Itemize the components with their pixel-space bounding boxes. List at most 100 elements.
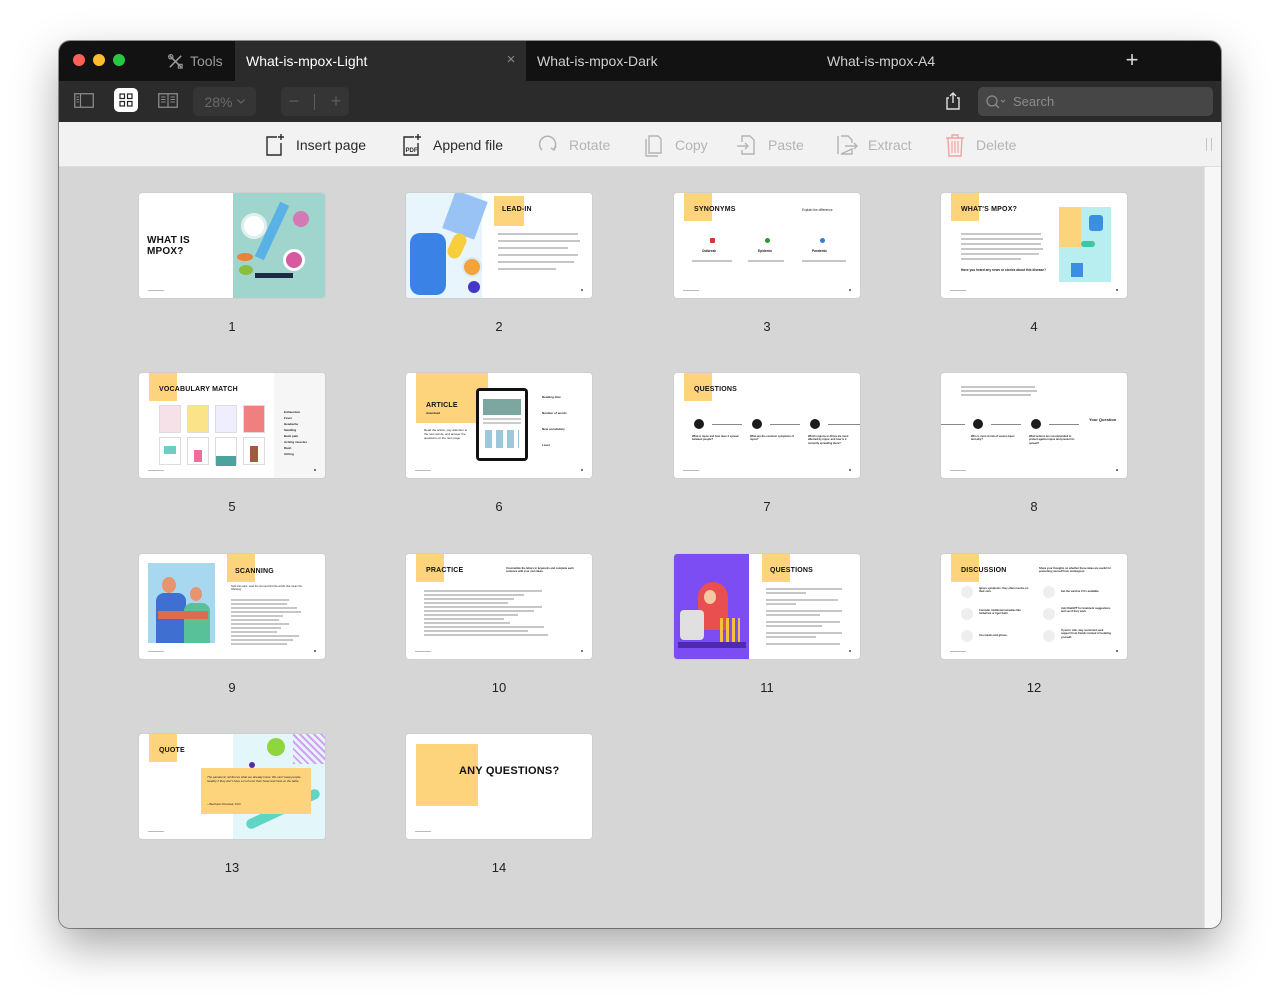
extract-button[interactable]: Extract <box>836 122 912 167</box>
page-thumbnail[interactable]: QUESTIONS 11 <box>674 554 860 695</box>
slide-title: SYNONYMS <box>694 206 736 213</box>
zoom-in-button[interactable]: + <box>331 91 342 112</box>
share-icon <box>946 92 960 110</box>
tab-what-is-mpox-a4[interactable]: What-is-mpox-A4 <box>827 41 935 81</box>
page-thumbnail[interactable]: DISCUSSION Share your thoughts on whethe… <box>941 554 1127 695</box>
slide-title: DISCUSSION <box>961 567 1007 574</box>
tab-what-is-mpox-light[interactable]: What-is-mpox-Light × <box>235 41 526 81</box>
tools-icon <box>168 53 183 69</box>
term-outbreak: Outbreak <box>702 249 716 253</box>
copy-label: Copy <box>675 136 708 153</box>
close-window-button[interactable] <box>73 54 85 66</box>
tab-what-is-mpox-dark[interactable]: What-is-mpox-Dark <box>537 41 658 81</box>
delete-button[interactable]: Delete <box>944 122 1016 167</box>
quote-text: The pandemic reinforces what we already … <box>207 775 301 784</box>
two-page-view-icon <box>158 92 178 108</box>
insert-page-label: Insert page <box>296 136 367 153</box>
idea-4: Ask ChatGPT for treatment suggestions an… <box>1061 607 1111 614</box>
paste-label: Paste <box>768 136 804 153</box>
slide-title: WHAT'S MPOX? <box>961 206 1018 213</box>
tab-bar: Tools What-is-mpox-Light × What-is-mpox-… <box>59 41 1221 81</box>
extract-icon <box>837 134 858 155</box>
page-number: 8 <box>1030 499 1038 514</box>
slide-footer <box>148 289 164 291</box>
slide-question: Have you heard any news or stories about… <box>961 268 1047 272</box>
close-tab-icon[interactable]: × <box>504 52 518 67</box>
trash-icon <box>946 133 964 157</box>
slide-title: ARTICLE <box>426 402 458 409</box>
rotate-icon <box>538 135 557 151</box>
zoom-window-button[interactable] <box>113 54 125 66</box>
page-thumbnail[interactable]: SCANNING Split into pairs, scan the text… <box>139 554 325 695</box>
page-thumbnail[interactable]: QUOTE The pandemic reinforces what we al… <box>139 734 325 875</box>
minimize-window-button[interactable] <box>93 54 105 66</box>
page-thumbnail[interactable]: Your Question Who is most at risk of sev… <box>941 373 1127 514</box>
slide-subtitle: Split into pairs, scan the text and find… <box>231 585 302 592</box>
page-number: 14 <box>491 860 507 875</box>
page-thumbnail[interactable]: QUESTIONS What is mpox and how does it s… <box>674 373 860 514</box>
tab-label: What-is-mpox-A4 <box>827 53 936 69</box>
copy-icon <box>645 134 662 157</box>
page-thumbnail[interactable]: ANY QUESTIONS? 14 <box>406 734 592 875</box>
tablet-illustration <box>476 388 528 461</box>
question-4: Who is most at risk of severe mpox and w… <box>971 435 1015 442</box>
toolbar-resize-handle[interactable] <box>1206 138 1212 151</box>
slide-preview: LEAD-IN <box>406 193 592 298</box>
page-grid: WHAT IS MPOX? 1 LEAD-IN 2 SYNONYMS Expla… <box>59 167 1204 928</box>
tab-label: What-is-mpox-Light <box>246 53 368 69</box>
new-tab-button[interactable]: + <box>1121 49 1143 71</box>
page-number: 4 <box>1030 319 1038 334</box>
page-thumbnail[interactable]: WHAT'S MPOX? Have you heard any news or … <box>941 193 1127 334</box>
page-number: 2 <box>495 319 503 334</box>
page-number: 10 <box>491 680 507 695</box>
question-5: What actions are recommended to protect … <box>1029 435 1075 445</box>
slide-title: WHAT IS MPOX? <box>147 235 190 257</box>
page-number: 1 <box>228 319 236 334</box>
tab-label: What-is-mpox-Dark <box>537 53 658 69</box>
slide-preview: WHAT'S MPOX? Have you heard any news or … <box>941 193 1127 298</box>
question-2: What are the common symptoms of mpox? <box>750 435 794 442</box>
question-3: Which regions in Africa are most affecte… <box>808 435 849 445</box>
article-info-list: Reading time Number of words New vocabul… <box>542 395 567 447</box>
page-thumbnail[interactable]: WHAT IS MPOX? 1 <box>139 193 325 334</box>
page-thumbnail[interactable]: PRACTICE Unscramble the letters in keywo… <box>406 554 592 695</box>
grid-view-button[interactable] <box>114 88 138 112</box>
slide-preview: QUESTIONS What is mpox and how does it s… <box>674 373 860 478</box>
page-number: 11 <box>760 680 774 695</box>
share-button[interactable] <box>942 90 964 112</box>
paste-button[interactable]: Paste <box>736 122 804 167</box>
slide-title: VOCABULARY MATCH <box>159 386 238 393</box>
slide-subtitle: Unscramble the letters in keywords and c… <box>506 567 574 574</box>
zoom-out-button[interactable]: − <box>289 91 300 112</box>
page-thumbnail[interactable]: VOCABULARY MATCH Exhaustion Fever Headac… <box>139 373 325 514</box>
slide-title: SCANNING <box>235 568 274 575</box>
zoom-level-value: 28% <box>204 93 233 110</box>
pills-illustration <box>406 193 488 298</box>
search-input[interactable] <box>1013 94 1193 109</box>
question-1: What is mpox and how does it spread betw… <box>692 435 739 442</box>
page-thumbnail[interactable]: ARTICLE download Read the article, pay a… <box>406 373 592 514</box>
page-number: 7 <box>763 499 771 514</box>
slide-subtitle: download <box>426 411 440 415</box>
two-page-view-button[interactable] <box>156 88 180 112</box>
slide-preview: WHAT IS MPOX? <box>139 193 325 298</box>
search-field[interactable] <box>978 87 1213 116</box>
divider <box>314 93 316 110</box>
insert-page-button[interactable]: Insert page <box>264 122 366 167</box>
copy-button[interactable]: Copy <box>643 122 708 167</box>
append-pdf-icon: PDF <box>403 133 421 156</box>
page-number: 13 <box>224 860 240 875</box>
idea-2: Get the vaccine if it's available. <box>1061 590 1100 593</box>
tools-button[interactable]: Tools <box>167 41 223 81</box>
page-thumbnail[interactable]: LEAD-IN 2 <box>406 193 592 334</box>
idea-6: If you're sick, stay social and seek sup… <box>1061 629 1111 639</box>
rotate-button[interactable]: Rotate <box>537 122 610 167</box>
append-file-button[interactable]: PDF Append file <box>401 122 503 167</box>
zoom-level-dropdown[interactable]: 28% <box>193 87 256 116</box>
sidebar-view-button[interactable] <box>72 88 96 112</box>
slide-preview: ARTICLE download Read the article, pay a… <box>406 373 592 478</box>
doctors-illustration <box>148 563 215 643</box>
vertical-scrollbar[interactable] <box>1204 167 1221 928</box>
page-thumbnail[interactable]: SYNONYMS Explain the difference Outbreak… <box>674 193 860 334</box>
microscope-illustration <box>233 193 325 298</box>
